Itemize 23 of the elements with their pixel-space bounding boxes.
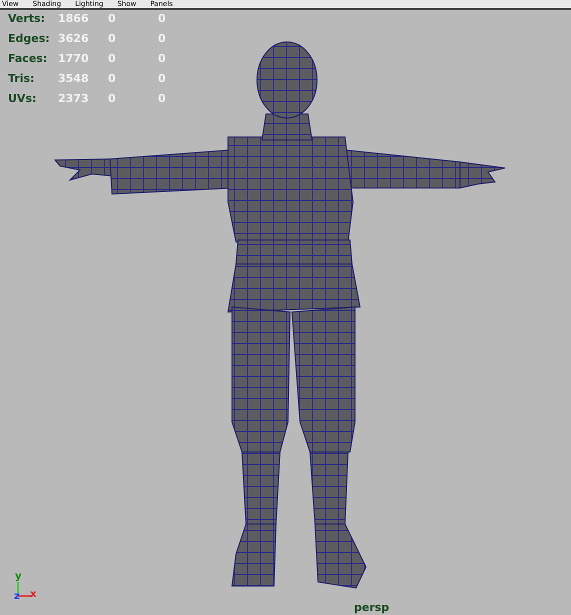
stat-value: 1866 (58, 12, 90, 25)
stat-label: Tris: (8, 72, 36, 85)
camera-name: persp (354, 602, 390, 614)
stat-label: Verts: (8, 12, 46, 25)
stat-value: 0 (108, 12, 117, 25)
stat-label: Faces: (8, 52, 48, 65)
stat-label: Edges: (8, 32, 51, 45)
stat-value: 0 (108, 32, 117, 45)
stat-value: 1770 (58, 52, 90, 65)
stat-value: 0 (158, 52, 167, 65)
stat-value: 0 (158, 92, 167, 105)
axis-label: y (15, 572, 22, 582)
stat-value: 0 (158, 12, 167, 25)
stat-value: 0 (108, 52, 117, 65)
stat-value: 0 (158, 72, 167, 85)
stat-value: 3548 (58, 72, 90, 85)
stat-value: 0 (108, 72, 117, 85)
stat-value: 2373 (58, 92, 90, 105)
stat-value: 0 (158, 32, 167, 45)
stat-value: 3626 (58, 32, 90, 45)
stat-label: UVs: (8, 92, 38, 105)
axis-label: z (14, 592, 20, 602)
stat-value: 0 (108, 92, 117, 105)
